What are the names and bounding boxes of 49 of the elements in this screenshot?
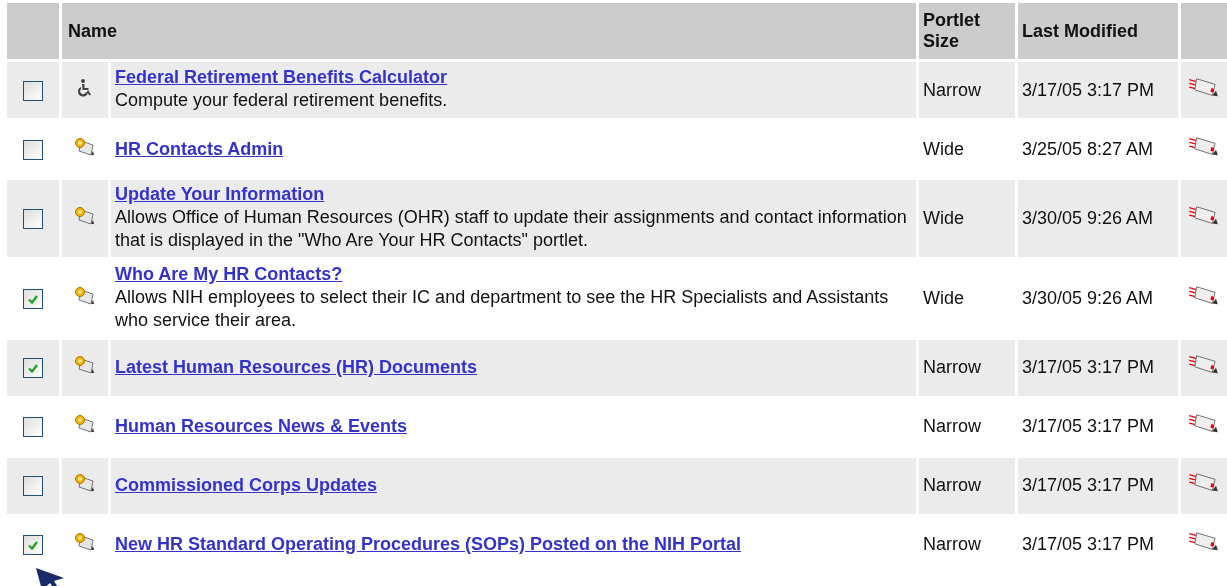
date-text: 3/17/05 3:17 PM bbox=[1022, 79, 1155, 100]
checkbox[interactable] bbox=[23, 476, 43, 497]
portlet-link[interactable]: Latest Human Resources (HR) Documents bbox=[115, 357, 478, 378]
portlet-description: Allows Office of Human Resources (OHR) staff to update their assignments and contact information that is displayed in the "Who Are Your HR Contacts" portlet. bbox=[115, 206, 908, 253]
size-text: Narrow bbox=[923, 475, 981, 496]
checkbox[interactable] bbox=[23, 209, 43, 229]
date-text: 3/30/05 9:26 AM bbox=[1022, 287, 1154, 308]
date-text: 3/17/05 3:17 PM bbox=[1022, 357, 1155, 378]
date-text: 3/25/05 8:27 AM bbox=[1022, 138, 1154, 159]
gear-page-icon bbox=[73, 205, 97, 226]
date-text: 3/17/05 3:17 PM bbox=[1022, 534, 1155, 555]
size-text: Narrow bbox=[923, 79, 981, 100]
checkbox[interactable] bbox=[23, 139, 43, 160]
portlet-link[interactable]: HR Contacts Admin bbox=[115, 138, 284, 159]
check-icon bbox=[27, 362, 39, 375]
checkbox[interactable] bbox=[23, 417, 43, 438]
gear-page-icon bbox=[73, 473, 97, 494]
gear-page-icon bbox=[73, 414, 97, 435]
portlet-link[interactable]: Federal Retirement Benefits Calculator bbox=[115, 67, 448, 88]
portlet-description: Allows NIH employees to select their IC and department to see the HR Specialists and Assistants who service their area. bbox=[115, 285, 890, 333]
portlet-link[interactable]: Who Are My HR Contacts? bbox=[115, 263, 343, 284]
header-cell bbox=[7, 3, 59, 59]
checkbox[interactable] bbox=[23, 535, 43, 556]
date-text: 3/30/05 9:26 AM bbox=[1022, 207, 1154, 228]
column-header: Last Modified bbox=[1022, 20, 1138, 41]
checkbox[interactable] bbox=[23, 80, 43, 101]
portlet-description: Compute your federal retirement benefits. bbox=[115, 89, 449, 113]
checkbox[interactable] bbox=[23, 358, 43, 379]
size-text: Wide bbox=[923, 287, 964, 308]
portlet-link[interactable]: Commissioned Corps Updates bbox=[115, 475, 378, 496]
column-header: Name bbox=[68, 20, 118, 41]
portlet-link[interactable]: New HR Standard Operating Procedures (SOPs) Posted on the NIH Portal bbox=[115, 534, 742, 555]
size-text: Narrow bbox=[923, 534, 981, 555]
portlet-link[interactable]: Update Your Information bbox=[115, 184, 325, 204]
size-text: Narrow bbox=[923, 416, 981, 437]
date-text: 3/17/05 3:17 PM bbox=[1022, 475, 1155, 496]
header-cell bbox=[1181, 3, 1227, 59]
checkbox[interactable] bbox=[23, 288, 43, 309]
size-text: Narrow bbox=[923, 357, 981, 378]
date-text: 3/17/05 3:17 PM bbox=[1022, 416, 1155, 437]
portlet-link[interactable]: Human Resources News & Events bbox=[115, 416, 408, 437]
column-header: Portlet Size bbox=[923, 10, 980, 51]
gear-page-icon bbox=[73, 355, 97, 376]
size-text: Wide bbox=[923, 138, 964, 159]
gear-page-icon bbox=[73, 285, 97, 306]
gear-page-icon bbox=[73, 136, 97, 157]
check-icon bbox=[27, 539, 39, 552]
size-text: Wide bbox=[923, 207, 964, 228]
gear-page-icon bbox=[73, 532, 97, 553]
